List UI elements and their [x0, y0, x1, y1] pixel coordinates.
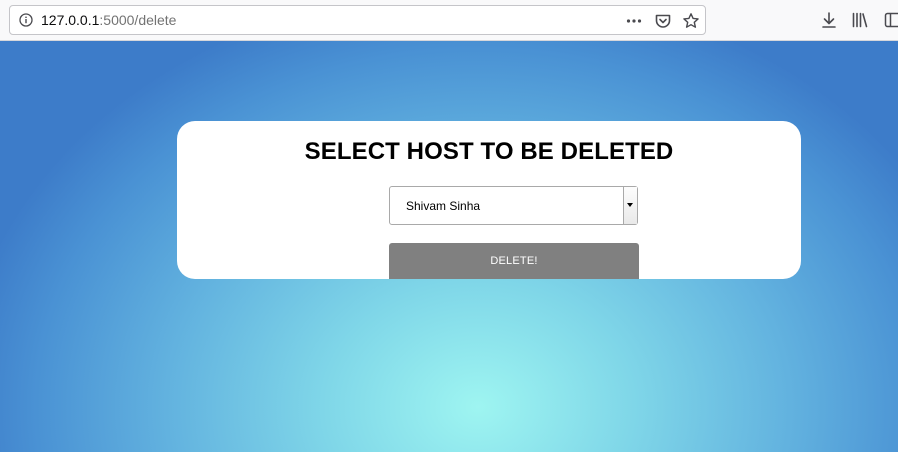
page-background: SELECT HOST TO BE DELETED Shivam Sinha D…: [0, 41, 898, 452]
info-icon[interactable]: [19, 13, 33, 27]
url-path: :5000/delete: [99, 12, 177, 28]
browser-toolbar: 127.0.0.1:5000/delete: [0, 0, 898, 41]
delete-button[interactable]: DELETE!: [389, 243, 639, 279]
delete-host-card: SELECT HOST TO BE DELETED Shivam Sinha D…: [177, 121, 801, 279]
chevron-down-icon: [627, 203, 633, 207]
url-host: 127.0.0.1: [41, 12, 100, 28]
star-icon[interactable]: [682, 12, 700, 30]
dropdown-arrow[interactable]: [623, 187, 637, 224]
page-title: SELECT HOST TO BE DELETED: [304, 138, 674, 165]
more-horizontal-icon[interactable]: [625, 12, 643, 30]
host-select[interactable]: Shivam Sinha: [389, 186, 638, 225]
url-bar[interactable]: 127.0.0.1:5000/delete: [9, 5, 706, 35]
url-text[interactable]: 127.0.0.1:5000/delete: [41, 12, 176, 29]
download-icon[interactable]: [820, 11, 838, 29]
sidebar-icon[interactable]: [884, 11, 898, 29]
library-icon[interactable]: [851, 11, 869, 29]
pocket-icon[interactable]: [654, 12, 672, 30]
host-select-value: Shivam Sinha: [406, 199, 481, 213]
